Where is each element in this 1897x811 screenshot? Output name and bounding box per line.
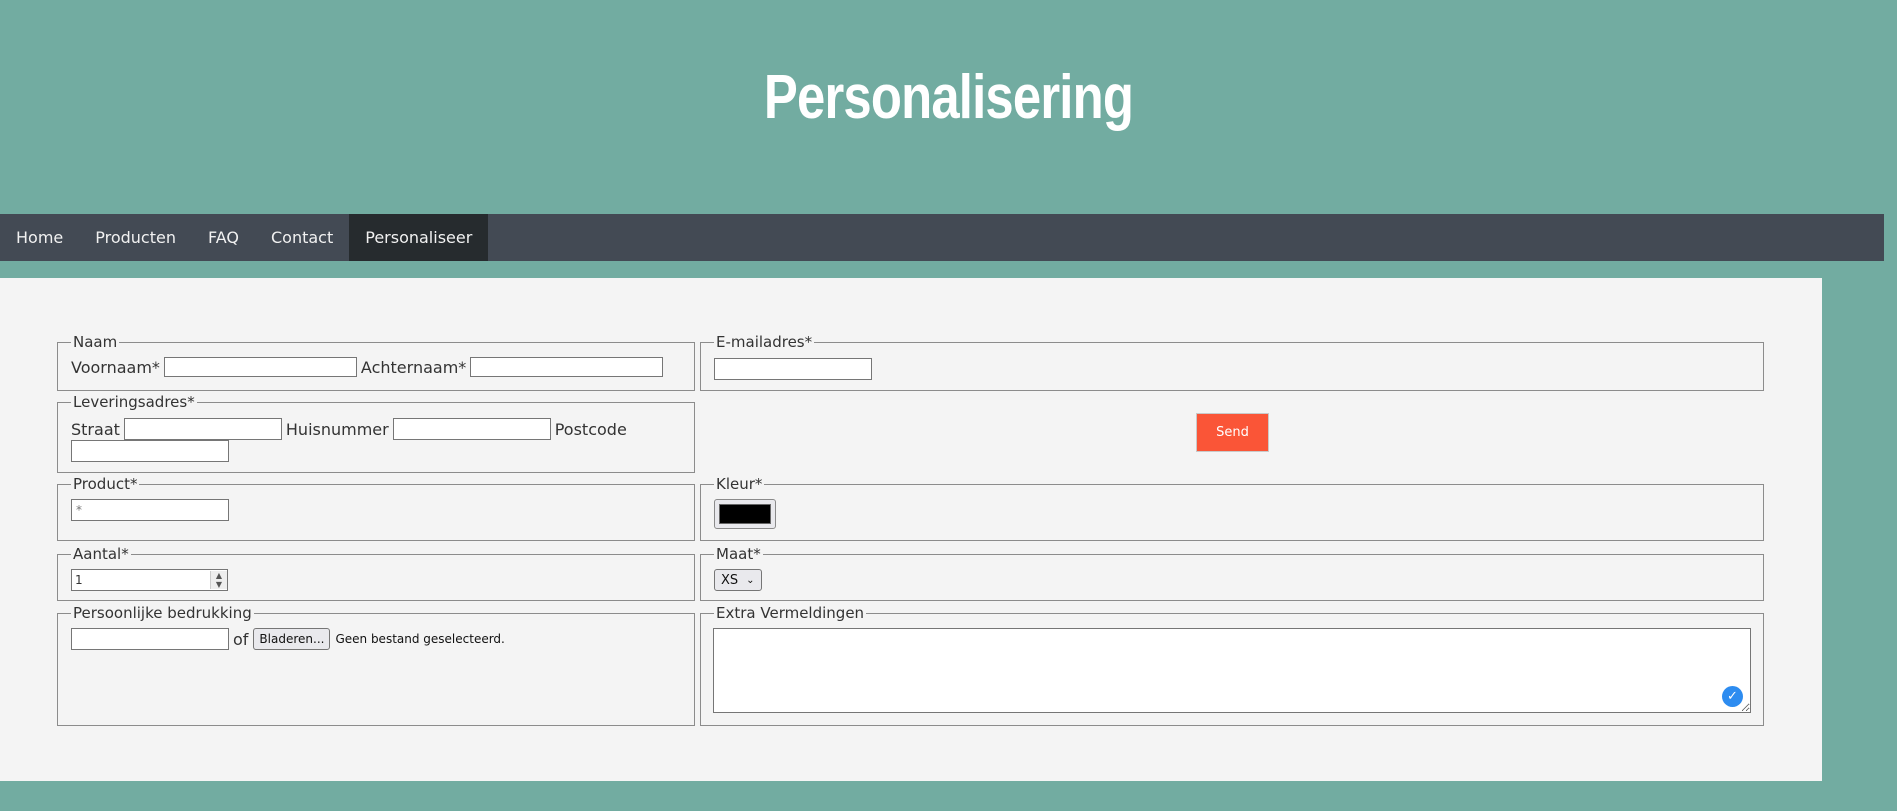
voornaam-input[interactable] <box>163 357 357 377</box>
adres-legend: Leveringsadres* <box>73 393 195 411</box>
aantal-stepper[interactable]: 1 ▲ ▼ <box>71 569 228 591</box>
nav-item-home[interactable]: Home <box>0 214 79 261</box>
no-file-text: Geen bestand geselecteerd. <box>335 632 505 646</box>
bedrukking-fieldset: Persoonlijke bedrukking <box>57 604 695 726</box>
huisnummer-input[interactable] <box>392 418 551 440</box>
color-picker[interactable] <box>714 499 776 529</box>
stepper-arrows-icon[interactable]: ▲ ▼ <box>210 571 227 589</box>
bedrukking-input[interactable] <box>71 628 229 650</box>
product-row <box>67 499 233 521</box>
naam-row: Voornaam* Achternaam* <box>71 357 667 377</box>
naam-legend: Naam <box>73 333 118 351</box>
aantal-legend: Aantal* <box>73 545 129 563</box>
straat-input[interactable] <box>123 418 282 440</box>
kleur-legend: Kleur* <box>716 475 763 493</box>
nav-item-producten[interactable]: Producten <box>79 214 192 261</box>
postcode-row <box>67 440 233 462</box>
color-swatch <box>719 504 771 524</box>
huisnummer-label: Huisnummer <box>285 419 389 439</box>
achternaam-label: Achternaam* <box>360 357 467 377</box>
bedrukking-legend: Persoonlijke bedrukking <box>73 604 252 622</box>
maat-row: XS ⌄ <box>714 569 762 591</box>
email-legend: E-mailadres* <box>716 333 813 351</box>
check-icon: ✓ <box>1722 686 1743 707</box>
voornaam-label: Voornaam* <box>71 357 160 377</box>
browse-button[interactable]: Bladeren... <box>253 628 331 650</box>
extra-legend: Extra Vermeldingen <box>716 604 865 622</box>
product-input[interactable] <box>71 499 229 521</box>
email-row <box>710 358 876 380</box>
kleur-fieldset: Kleur* <box>700 475 1764 541</box>
nav-item-faq[interactable]: FAQ <box>192 214 255 261</box>
page-header: Personalisering <box>0 0 1897 214</box>
product-legend: Product* <box>73 475 138 493</box>
straat-label: Straat <box>71 419 120 439</box>
nav-item-personaliseer[interactable]: Personaliseer <box>349 214 489 261</box>
kleur-row <box>714 499 776 529</box>
page-title: Personalisering <box>763 63 1134 132</box>
maat-legend: Maat* <box>716 545 761 563</box>
extra-textarea[interactable] <box>713 628 1751 713</box>
bedrukking-row: of Bladeren... Geen bestand geselecteerd… <box>67 628 505 650</box>
maat-select[interactable]: XS ⌄ <box>714 569 762 591</box>
send-button[interactable]: Send <box>1196 413 1269 452</box>
postcode-label: Postcode <box>554 419 627 439</box>
achternaam-input[interactable] <box>470 357 664 377</box>
maat-selected: XS <box>721 572 739 588</box>
chevron-down-icon: ⌄ <box>746 574 755 586</box>
nav-bar: Home Producten FAQ Contact Personaliseer <box>0 214 1884 261</box>
postcode-input[interactable] <box>71 440 229 462</box>
maat-fieldset: Maat* <box>700 545 1764 601</box>
email-input[interactable] <box>714 358 872 380</box>
adres-row: Straat Huisnummer Postcode <box>71 418 627 440</box>
of-label: of <box>233 629 249 649</box>
nav-item-contact[interactable]: Contact <box>255 214 349 261</box>
aantal-value: 1 <box>75 573 83 587</box>
aantal-row: 1 ▲ ▼ <box>71 569 228 591</box>
